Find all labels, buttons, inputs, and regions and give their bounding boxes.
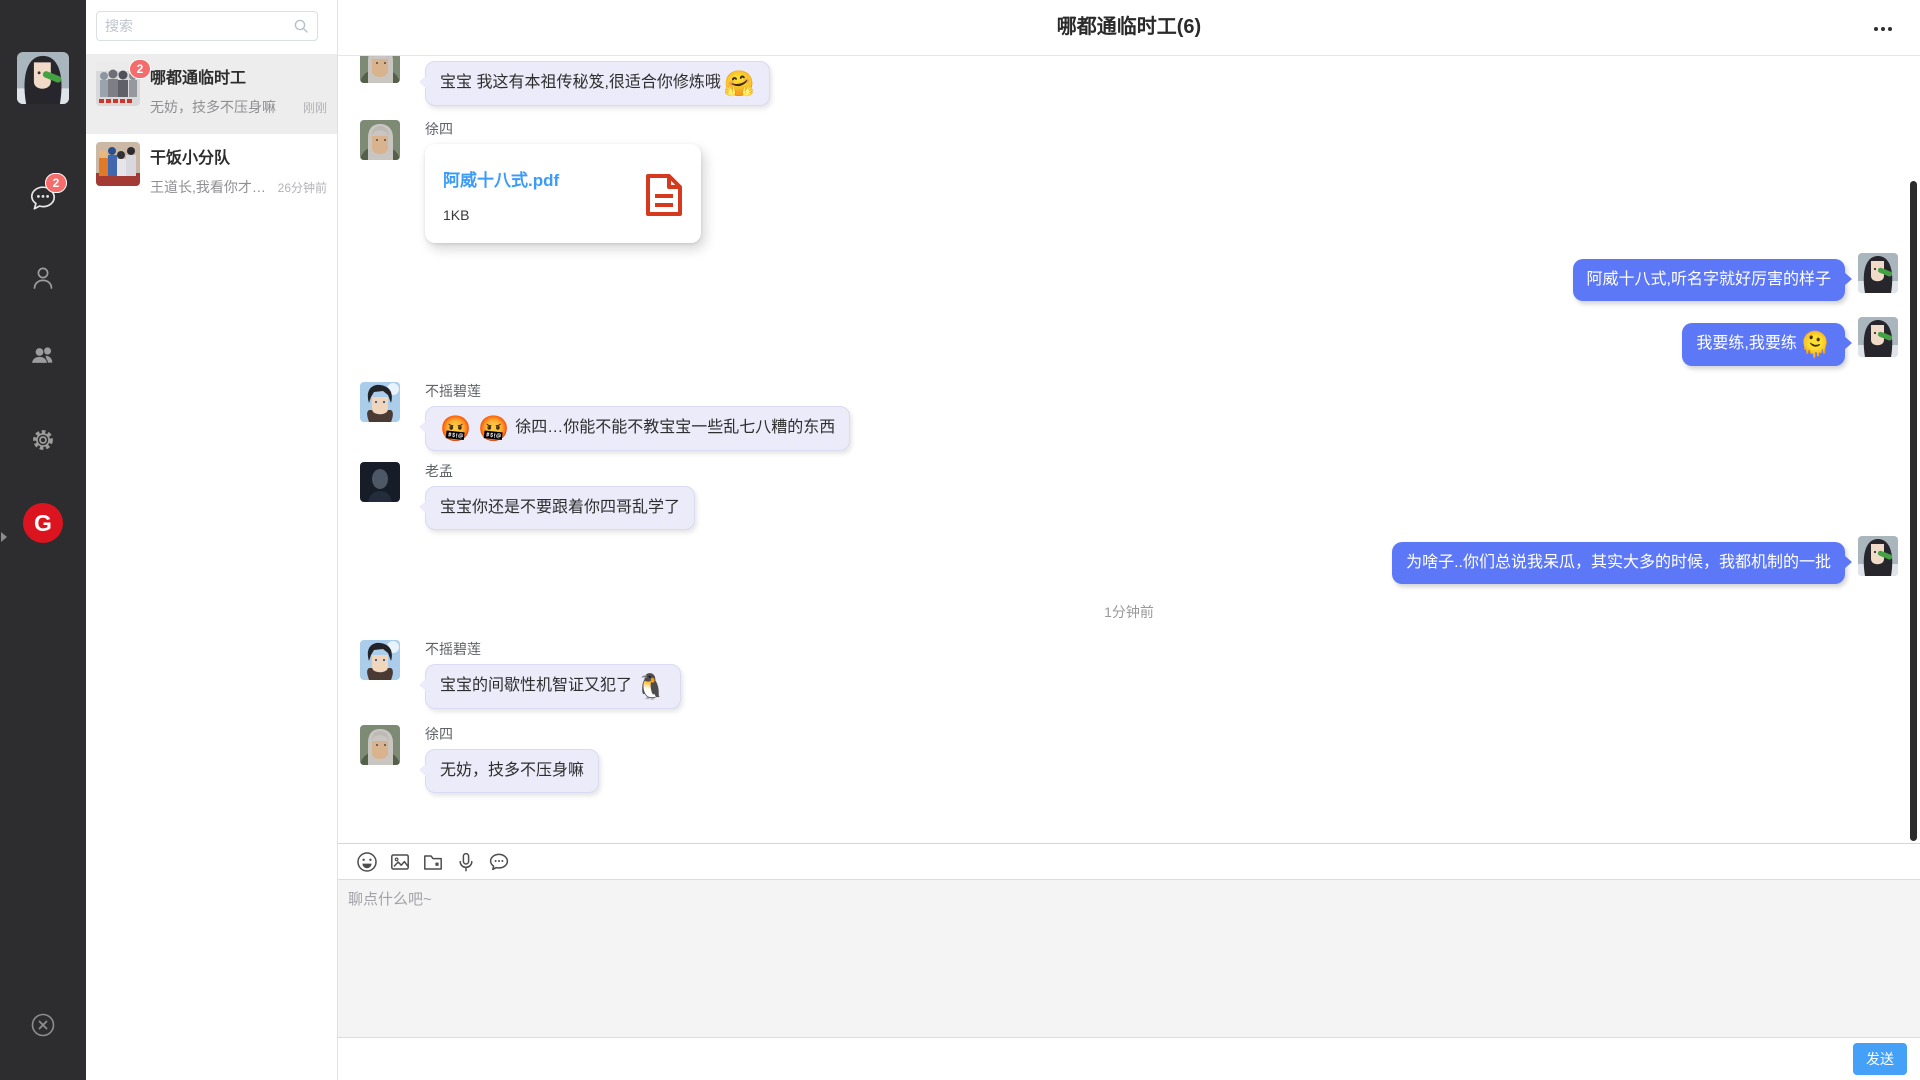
chat-name: 哪都通临时工 — [150, 64, 327, 88]
chat-time: 刚刚 — [303, 99, 327, 116]
avatar-buyaobilian[interactable] — [360, 382, 400, 422]
avatar-buyaobilian[interactable] — [360, 640, 400, 680]
image-upload-icon[interactable] — [388, 850, 412, 874]
sender-name: 不摇碧莲 — [425, 641, 681, 657]
chat-name: 干饭小分队 — [150, 144, 327, 168]
sender-name: 徐四 — [425, 726, 599, 742]
search-input[interactable] — [97, 18, 293, 34]
message-list: 宝宝 我这有本祖传秘笈,很适合你修炼哦🤗 徐四 阿威十八式.pdf 1KB — [338, 56, 1920, 843]
avatar-self[interactable] — [1858, 317, 1898, 357]
message-bubble: 阿威十八式,听名字就好厉害的样子 — [1573, 259, 1845, 301]
app-window: 2 G — [0, 0, 1920, 1080]
group-people-icon — [28, 341, 58, 371]
composer-toolbar — [338, 844, 1920, 879]
unread-badge: 2 — [129, 59, 151, 79]
message-bubble: 宝宝的间歇性机智证又犯了🐧 — [425, 664, 681, 709]
close-button[interactable] — [28, 1010, 58, 1040]
avatar-self[interactable] — [1858, 253, 1898, 293]
send-row: 发送 — [338, 1037, 1920, 1080]
contact-person-icon — [28, 263, 58, 293]
chats-nav-button[interactable]: 2 — [28, 183, 58, 213]
search-icon[interactable] — [293, 18, 309, 34]
chat-last-message: 王道长,我看你才… — [150, 177, 274, 197]
melting-face-emoji: 🫠 — [1800, 331, 1831, 359]
voice-message-icon[interactable] — [454, 850, 478, 874]
message-bubble: 为啥子..你们总说我呆瓜，其实大多的时候，我都机制的一批 — [1392, 542, 1845, 584]
file-name: 阿威十八式.pdf — [443, 166, 559, 191]
message-incoming: 老孟 宝宝你还是不要跟着你四哥乱学了 — [360, 462, 1898, 530]
message-incoming: 宝宝 我这有本祖传秘笈,很适合你修炼哦🤗 — [360, 56, 1898, 106]
composer: 发送 — [338, 843, 1920, 1080]
user-avatar[interactable] — [17, 52, 69, 104]
chat-last-message: 无妨，技多不压身嘛 — [150, 97, 299, 117]
chat-header: 哪都通临时工(6) — [338, 0, 1920, 56]
send-button[interactable]: 发送 — [1853, 1043, 1907, 1075]
emoji-picker-icon[interactable] — [355, 850, 379, 874]
sender-name: 徐四 — [425, 121, 701, 137]
group-avatar — [96, 142, 140, 186]
settings-nav-button[interactable] — [28, 425, 58, 455]
message-incoming: 徐四 阿威十八式.pdf 1KB — [360, 120, 1898, 243]
collapse-arrow[interactable] — [1, 532, 7, 542]
file-size: 1KB — [443, 207, 559, 223]
unread-badge: 2 — [45, 173, 67, 193]
groups-nav-button[interactable] — [28, 341, 58, 371]
time-divider: 1分钟前 — [360, 584, 1898, 640]
message-incoming: 不摇碧莲 🤬 🤬徐四…你能不能不教宝宝一些乱七八糟的东西 — [360, 382, 1898, 451]
contacts-nav-button[interactable] — [28, 263, 58, 293]
nav-rail: 2 G — [0, 0, 86, 1080]
hug-emoji: 🤗 — [724, 70, 755, 98]
message-bubble: 无妨，技多不压身嘛 — [425, 749, 599, 793]
chat-time: 26分钟前 — [278, 179, 327, 196]
penguin-emoji: 🐧 — [635, 673, 666, 701]
avatar-laomeng[interactable] — [360, 462, 400, 502]
avatar-xusi[interactable] — [360, 120, 400, 160]
gear-icon — [28, 425, 58, 455]
message-bubble: 我要练,我要练🫠 — [1682, 323, 1845, 366]
file-attachment[interactable]: 阿威十八式.pdf 1KB — [425, 144, 701, 243]
avatar-self[interactable] — [1858, 536, 1898, 576]
angry-emoji: 🤬 🤬 — [440, 415, 509, 443]
chat-panel: 哪都通临时工(6) 宝宝 我这有本祖传秘笈,很适合你修炼哦🤗 徐四 阿威十八式.… — [338, 0, 1920, 1080]
message-bubble: 宝宝你还是不要跟着你四哥乱学了 — [425, 486, 695, 530]
chat-list-item-nadutong[interactable]: 2 哪都通临时工 无妨，技多不压身嘛 刚刚 — [86, 54, 337, 134]
message-outgoing: 为啥子..你们总说我呆瓜，其实大多的时候，我都机制的一批 — [360, 536, 1898, 584]
message-bubble: 🤬 🤬徐四…你能不能不教宝宝一些乱七八糟的东西 — [425, 406, 850, 451]
more-menu-icon[interactable] — [1872, 25, 1894, 33]
sender-name: 不摇碧莲 — [425, 383, 850, 399]
message-outgoing: 阿威十八式,听名字就好厉害的样子 — [360, 253, 1898, 301]
avatar-xusi[interactable] — [360, 56, 400, 83]
sender-name: 老孟 — [425, 463, 695, 479]
close-circle-icon — [28, 1010, 58, 1040]
chat-list-panel: 2 哪都通临时工 无妨，技多不压身嘛 刚刚 干饭小分队 王道长,我看你才… 26… — [86, 0, 338, 1080]
message-input[interactable] — [338, 879, 1920, 1037]
message-bubble: 宝宝 我这有本祖传秘笈,很适合你修炼哦🤗 — [425, 61, 770, 106]
avatar-xusi[interactable] — [360, 725, 400, 765]
scrollbar-thumb[interactable] — [1910, 181, 1917, 841]
search-box — [96, 11, 318, 41]
message-outgoing: 我要练,我要练🫠 — [360, 317, 1898, 366]
chat-list: 2 哪都通临时工 无妨，技多不压身嘛 刚刚 干饭小分队 王道长,我看你才… 26… — [86, 54, 337, 214]
file-upload-icon[interactable] — [421, 850, 445, 874]
pdf-file-icon — [645, 173, 683, 217]
app-logo[interactable]: G — [23, 503, 63, 543]
message-incoming: 不摇碧莲 宝宝的间歇性机智证又犯了🐧 — [360, 640, 1898, 709]
chat-title: 哪都通临时工(6) — [338, 0, 1920, 55]
chat-history-icon[interactable] — [487, 850, 511, 874]
chat-list-item-ganfan[interactable]: 干饭小分队 王道长,我看你才… 26分钟前 — [86, 134, 337, 214]
message-incoming: 徐四 无妨，技多不压身嘛 — [360, 725, 1898, 793]
